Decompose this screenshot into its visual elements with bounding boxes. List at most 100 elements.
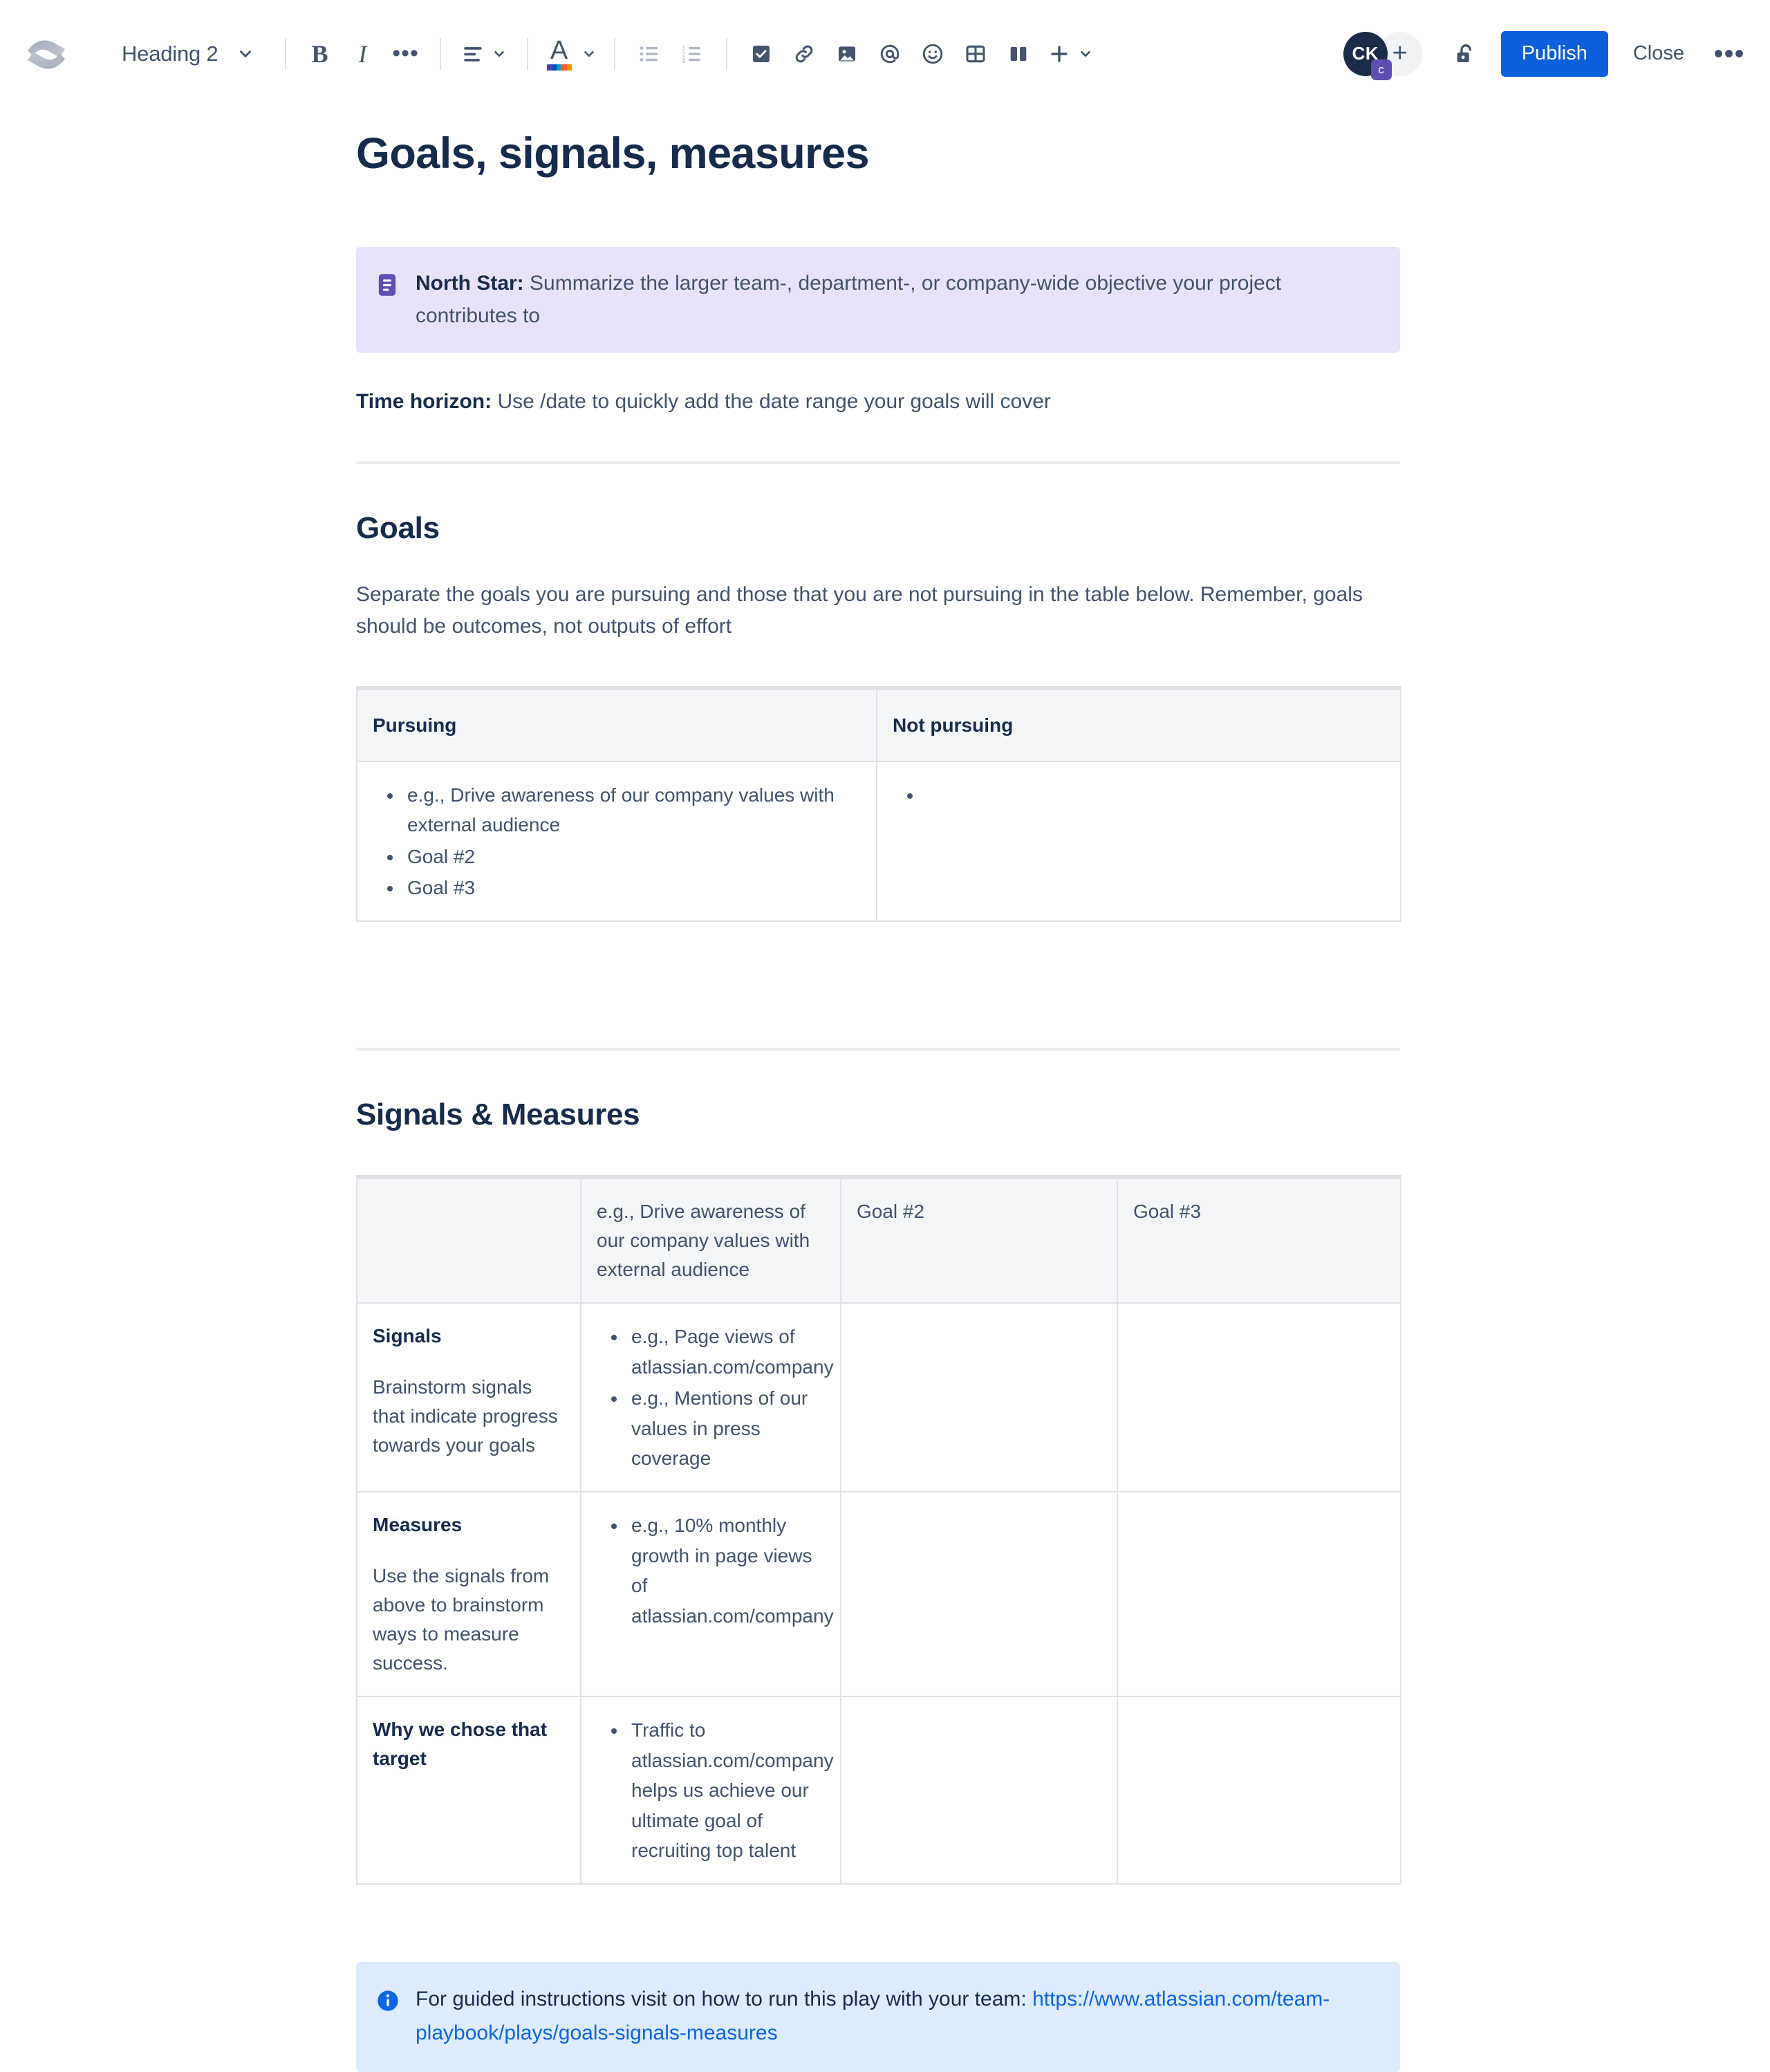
table-row: Signals Brainstorm signals that indicate… — [356, 1302, 1401, 1493]
image-button[interactable] — [826, 33, 868, 75]
not-pursuing-list — [893, 780, 1386, 810]
list-item[interactable]: e.g., Mentions of our values in press co… — [627, 1383, 826, 1473]
goals-intro-paragraph[interactable]: Separate the goals you are pursuing and … — [356, 579, 1400, 643]
avatar[interactable]: CK c — [1343, 31, 1392, 80]
page-title[interactable]: Goals, signals, measures — [356, 128, 1400, 179]
more-formatting-label: ••• — [392, 40, 419, 66]
layout-button[interactable] — [997, 33, 1040, 75]
chevron-down-icon — [236, 45, 254, 63]
close-button[interactable]: Close — [1615, 31, 1702, 77]
text-color-button[interactable]: A — [541, 33, 602, 75]
goals-pursuing-cell[interactable]: e.g., Drive awareness of our company val… — [356, 760, 877, 923]
text-color-icon: A — [546, 35, 573, 71]
sm-why-goal3-cell[interactable] — [1117, 1696, 1401, 1885]
info-panel-text: For guided instructions visit on how to … — [416, 1983, 1375, 2050]
north-star-label: North Star: — [416, 272, 524, 295]
toolbar-right-group: CK c + Publish Close ••• — [1343, 30, 1751, 80]
table-row: Measures Use the signals from above to b… — [356, 1491, 1401, 1698]
sm-corner-cell[interactable] — [356, 1176, 581, 1304]
time-horizon-paragraph[interactable]: Time horizon: Use /date to quickly add t… — [356, 386, 1400, 418]
list-item[interactable]: Goal #2 — [403, 842, 862, 871]
sm-why-goal2-cell[interactable] — [840, 1696, 1118, 1885]
toolbar-left-group: Heading 2 B I ••• A 1 2 3 — [25, 31, 1101, 77]
task-list-icon — [750, 43, 772, 65]
note-panel-icon — [377, 273, 398, 297]
publish-button[interactable]: Publish — [1500, 30, 1608, 77]
text-style-label: Heading 2 — [122, 41, 218, 66]
sm-goal1-header[interactable]: e.g., Drive awareness of our company val… — [580, 1176, 841, 1304]
sm-measures-goal1-cell[interactable]: e.g., 10% monthly growth in page views o… — [580, 1491, 841, 1698]
toolbar-divider-5 — [725, 37, 727, 70]
list-item[interactable]: e.g., Page views of atlassian.com/compan… — [627, 1322, 834, 1382]
text-style-dropdown[interactable]: Heading 2 — [108, 31, 266, 77]
italic-label: I — [358, 39, 367, 68]
sm-measures-goal2-cell[interactable] — [840, 1491, 1118, 1698]
goals-heading[interactable]: Goals — [356, 511, 1400, 546]
divider-2 — [356, 1048, 1400, 1051]
text-align-button[interactable] — [454, 33, 514, 75]
sm-signals-goal3-cell[interactable] — [1117, 1302, 1401, 1493]
restrictions-button[interactable] — [1443, 33, 1486, 75]
insert-more-button[interactable] — [1040, 33, 1101, 75]
more-formatting-button[interactable]: ••• — [384, 33, 427, 75]
sm-why-goal1-cell[interactable]: Traffic to atlassian.com/company helps u… — [580, 1696, 841, 1885]
sm-signals-goal1-cell[interactable]: e.g., Page views of atlassian.com/compan… — [580, 1302, 841, 1493]
toolbar-divider-2 — [439, 37, 441, 70]
sm-goal3-header[interactable]: Goal #3 — [1117, 1176, 1401, 1304]
goals-not-pursuing-cell[interactable] — [876, 760, 1401, 923]
list-item[interactable]: e.g., 10% monthly growth in page views o… — [627, 1510, 834, 1631]
color-swatch — [546, 64, 572, 71]
info-panel-message: For guided instructions visit on how to … — [416, 1988, 1033, 2011]
list-item[interactable]: Traffic to atlassian.com/company helps u… — [627, 1715, 834, 1865]
table-button[interactable] — [954, 33, 997, 75]
mention-icon — [878, 42, 902, 66]
emoji-button[interactable] — [911, 33, 954, 75]
layout-icon — [1007, 43, 1030, 65]
north-star-body: Summarize the larger team-, department-,… — [416, 272, 1282, 327]
editor-toolbar: Heading 2 B I ••• A 1 2 3 CK c + Publish… — [0, 0, 1770, 107]
list-item[interactable]: e.g., Drive awareness of our company val… — [403, 780, 862, 840]
north-star-panel[interactable]: North Star: Summarize the larger team-, … — [356, 247, 1400, 353]
italic-button[interactable]: I — [342, 33, 384, 75]
row-description: Use the signals from above to brainstorm… — [373, 1565, 550, 1674]
list-item[interactable] — [923, 780, 1386, 810]
confluence-logo-icon[interactable] — [25, 33, 68, 75]
bullet-list-button[interactable] — [628, 33, 671, 75]
time-horizon-label: Time horizon: — [356, 390, 492, 414]
signals-goal1-list: e.g., Page views of atlassian.com/compan… — [597, 1322, 834, 1473]
signals-measures-table[interactable]: e.g., Drive awareness of our company val… — [356, 1175, 1401, 1885]
sm-row-measures-header[interactable]: Measures Use the signals from above to b… — [356, 1491, 581, 1698]
plus-icon — [1047, 42, 1071, 66]
text-color-letter: A — [550, 35, 568, 65]
goals-col-not-pursuing-header[interactable]: Not pursuing — [876, 687, 1401, 762]
align-left-icon — [461, 42, 485, 66]
sm-signals-goal2-cell[interactable] — [840, 1302, 1118, 1493]
sm-row-signals-header[interactable]: Signals Brainstorm signals that indicate… — [356, 1302, 581, 1493]
more-options-button[interactable]: ••• — [1708, 33, 1751, 75]
goals-col-pursuing-header[interactable]: Pursuing — [356, 687, 877, 762]
chevron-down-icon — [1078, 46, 1093, 62]
numbered-list-button[interactable]: 1 2 3 — [671, 33, 714, 75]
row-description: Brainstorm signals that indicate progres… — [373, 1376, 558, 1456]
sm-row-why-target-header[interactable]: Why we chose that target — [356, 1696, 581, 1885]
table-header-row: Pursuing Not pursuing — [356, 687, 1401, 762]
table-row: Why we chose that target Traffic to atla… — [356, 1696, 1401, 1885]
signals-measures-heading[interactable]: Signals & Measures — [356, 1098, 1400, 1132]
emoji-icon — [921, 42, 944, 66]
avatar-app-badge: c — [1370, 59, 1392, 80]
mention-button[interactable] — [868, 33, 911, 75]
document-body: Goals, signals, measures North Star: Sum… — [0, 128, 1770, 2072]
goals-table[interactable]: Pursuing Not pursuing e.g., Drive awaren… — [356, 685, 1401, 923]
chevron-down-icon — [581, 46, 597, 62]
bold-button[interactable]: B — [299, 33, 342, 75]
info-panel[interactable]: For guided instructions visit on how to … — [356, 1962, 1400, 2072]
task-list-button[interactable] — [740, 33, 783, 75]
table-icon — [965, 43, 987, 65]
list-item[interactable]: Goal #3 — [403, 873, 862, 903]
link-button[interactable] — [783, 33, 826, 75]
table-row: e.g., Drive awareness of our company val… — [356, 760, 1401, 923]
numbered-list-icon: 1 2 3 — [680, 42, 704, 66]
sm-goal2-header[interactable]: Goal #2 — [840, 1176, 1118, 1304]
sm-measures-goal3-cell[interactable] — [1117, 1491, 1401, 1698]
